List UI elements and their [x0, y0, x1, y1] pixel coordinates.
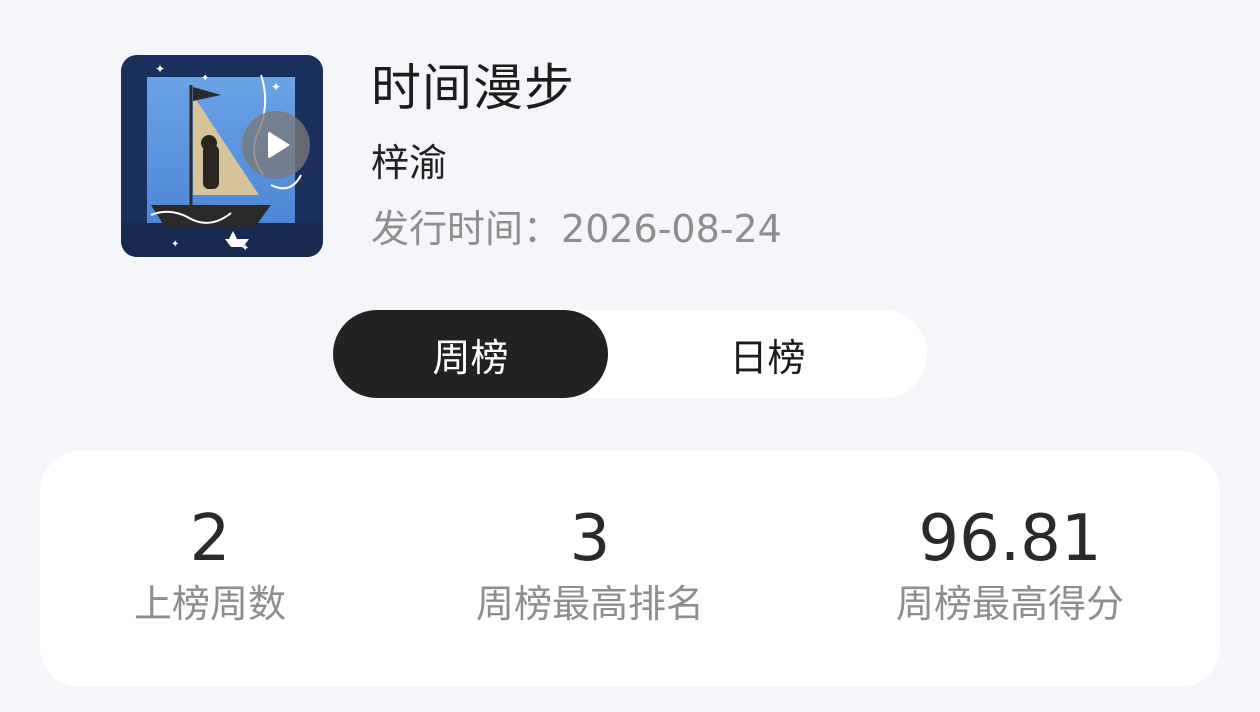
stat-label: 周榜最高排名	[475, 582, 704, 626]
artist-name[interactable]: 梓渝	[371, 138, 447, 188]
stat-label: 周榜最高得分	[895, 582, 1124, 626]
stat-label: 上榜周数	[133, 582, 286, 626]
stat-value: 96.81	[918, 502, 1102, 576]
stat-weeks-on-chart: 2 上榜周数	[120, 451, 300, 687]
svg-text:✦: ✦	[171, 239, 179, 250]
stat-peak-score: 96.81 周榜最高得分	[870, 451, 1150, 687]
album-cover[interactable]: ✦ ✦ ✦ ✦ ✦	[121, 55, 323, 257]
release-info: 发行时间：2026-08-24	[371, 204, 782, 254]
play-button[interactable]	[242, 111, 310, 179]
play-icon	[268, 131, 290, 159]
song-title: 时间漫步	[371, 59, 575, 117]
tab-weekly[interactable]: 周榜	[333, 310, 608, 398]
stat-value: 2	[189, 502, 231, 576]
svg-text:✦: ✦	[201, 73, 209, 84]
tab-daily[interactable]: 日榜	[608, 310, 927, 398]
stats-card: 2 上榜周数 3 周榜最高排名 96.81 周榜最高得分	[40, 451, 1220, 687]
stat-peak-rank: 3 周榜最高排名	[450, 451, 730, 687]
chart-tabs: 周榜 日榜	[333, 310, 927, 398]
release-label: 发行时间：	[371, 207, 562, 251]
svg-text:✦: ✦	[271, 80, 281, 94]
svg-text:✦: ✦	[155, 62, 165, 76]
release-date: 2026-08-24	[561, 207, 782, 251]
stat-value: 3	[569, 502, 611, 576]
